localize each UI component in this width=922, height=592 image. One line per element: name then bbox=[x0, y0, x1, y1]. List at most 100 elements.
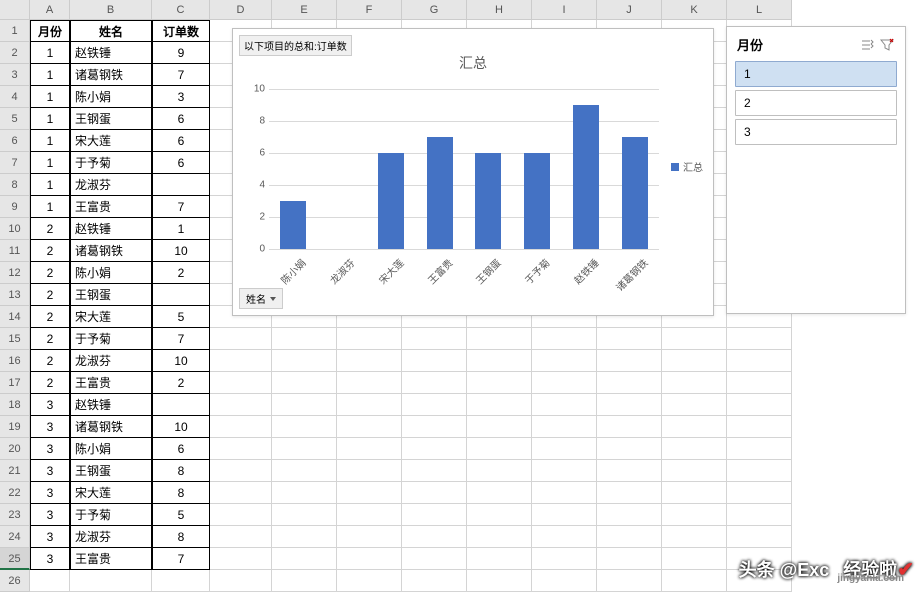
cell[interactable] bbox=[727, 438, 792, 460]
row-header[interactable]: 11 bbox=[0, 240, 30, 262]
cell[interactable]: 赵铁锤 bbox=[70, 42, 152, 64]
slicer-panel[interactable]: 月份 123 bbox=[726, 26, 906, 314]
cell[interactable] bbox=[597, 482, 662, 504]
row-header[interactable]: 9 bbox=[0, 196, 30, 218]
cell[interactable]: 2 bbox=[30, 350, 70, 372]
cell[interactable] bbox=[662, 438, 727, 460]
cell[interactable] bbox=[727, 350, 792, 372]
cell[interactable] bbox=[272, 548, 337, 570]
column-header-C[interactable]: C bbox=[152, 0, 210, 20]
cell[interactable] bbox=[402, 394, 467, 416]
cell[interactable]: 1 bbox=[30, 152, 70, 174]
column-header-G[interactable]: G bbox=[402, 0, 467, 20]
cell[interactable]: 于予菊 bbox=[70, 328, 152, 350]
cell[interactable]: 5 bbox=[152, 306, 210, 328]
row-header[interactable]: 1 bbox=[0, 20, 30, 42]
cell[interactable]: 3 bbox=[30, 394, 70, 416]
cell[interactable]: 1 bbox=[30, 130, 70, 152]
cell[interactable] bbox=[597, 548, 662, 570]
cell[interactable]: 10 bbox=[152, 416, 210, 438]
cell[interactable] bbox=[467, 438, 532, 460]
cell[interactable]: 王富贵 bbox=[70, 372, 152, 394]
cell[interactable] bbox=[402, 570, 467, 592]
cell[interactable] bbox=[337, 482, 402, 504]
cell[interactable] bbox=[467, 416, 532, 438]
cell[interactable] bbox=[467, 482, 532, 504]
cell[interactable] bbox=[210, 548, 272, 570]
cell[interactable] bbox=[337, 504, 402, 526]
cell[interactable]: 6 bbox=[152, 108, 210, 130]
cell[interactable] bbox=[272, 328, 337, 350]
cell[interactable] bbox=[662, 504, 727, 526]
cell[interactable] bbox=[337, 394, 402, 416]
cell[interactable] bbox=[210, 460, 272, 482]
row-header[interactable]: 18 bbox=[0, 394, 30, 416]
cell[interactable] bbox=[337, 570, 402, 592]
cell[interactable] bbox=[272, 394, 337, 416]
cell[interactable]: 8 bbox=[152, 526, 210, 548]
cell[interactable]: 10 bbox=[152, 350, 210, 372]
cell[interactable] bbox=[532, 350, 597, 372]
cell[interactable]: 2 bbox=[30, 372, 70, 394]
cell[interactable] bbox=[597, 460, 662, 482]
cell[interactable]: 3 bbox=[30, 526, 70, 548]
cell[interactable] bbox=[152, 284, 210, 306]
column-header-L[interactable]: L bbox=[727, 0, 792, 20]
cell[interactable] bbox=[597, 350, 662, 372]
cell[interactable] bbox=[467, 548, 532, 570]
row-header[interactable]: 22 bbox=[0, 482, 30, 504]
row-header[interactable]: 13 bbox=[0, 284, 30, 306]
cell[interactable] bbox=[532, 416, 597, 438]
cell[interactable]: 7 bbox=[152, 196, 210, 218]
row-header[interactable]: 21 bbox=[0, 460, 30, 482]
cell[interactable]: 2 bbox=[30, 328, 70, 350]
cell[interactable] bbox=[402, 350, 467, 372]
chart-bar[interactable] bbox=[378, 153, 404, 249]
cell[interactable] bbox=[532, 394, 597, 416]
cell[interactable]: 3 bbox=[30, 504, 70, 526]
cell[interactable] bbox=[210, 438, 272, 460]
cell[interactable]: 1 bbox=[30, 86, 70, 108]
cell[interactable] bbox=[532, 460, 597, 482]
cell[interactable]: 2 bbox=[152, 372, 210, 394]
cell[interactable]: 宋大莲 bbox=[70, 306, 152, 328]
cell[interactable] bbox=[337, 460, 402, 482]
cell[interactable] bbox=[402, 460, 467, 482]
row-header[interactable]: 14 bbox=[0, 306, 30, 328]
row-header[interactable]: 15 bbox=[0, 328, 30, 350]
cell[interactable] bbox=[532, 570, 597, 592]
cell[interactable] bbox=[532, 526, 597, 548]
cell[interactable]: 诸葛钢铁 bbox=[70, 64, 152, 86]
select-all-corner[interactable] bbox=[0, 0, 30, 20]
cell[interactable] bbox=[210, 328, 272, 350]
cell[interactable] bbox=[70, 570, 152, 592]
cell[interactable] bbox=[272, 416, 337, 438]
cell[interactable] bbox=[662, 416, 727, 438]
cell[interactable]: 2 bbox=[30, 284, 70, 306]
cell[interactable] bbox=[662, 570, 727, 592]
column-header-K[interactable]: K bbox=[662, 0, 727, 20]
cell[interactable]: 陈小娟 bbox=[70, 86, 152, 108]
cell[interactable] bbox=[597, 570, 662, 592]
cell[interactable] bbox=[337, 438, 402, 460]
chart-bar[interactable] bbox=[475, 153, 501, 249]
column-header-D[interactable]: D bbox=[210, 0, 272, 20]
cell[interactable]: 诸葛钢铁 bbox=[70, 240, 152, 262]
cell[interactable] bbox=[467, 570, 532, 592]
chart-bar[interactable] bbox=[524, 153, 550, 249]
cell[interactable]: 2 bbox=[30, 240, 70, 262]
chart-bar[interactable] bbox=[280, 201, 306, 249]
cell[interactable] bbox=[152, 570, 210, 592]
cell[interactable]: 王钢蛋 bbox=[70, 460, 152, 482]
row-header[interactable]: 10 bbox=[0, 218, 30, 240]
cell[interactable]: 3 bbox=[30, 416, 70, 438]
row-header[interactable]: 3 bbox=[0, 64, 30, 86]
cell[interactable] bbox=[210, 416, 272, 438]
cell[interactable]: 3 bbox=[30, 438, 70, 460]
cell[interactable]: 龙淑芬 bbox=[70, 174, 152, 196]
cell[interactable]: 3 bbox=[30, 482, 70, 504]
cell[interactable]: 9 bbox=[152, 42, 210, 64]
cell[interactable] bbox=[402, 372, 467, 394]
slicer-item[interactable]: 1 bbox=[735, 61, 897, 87]
row-header[interactable]: 7 bbox=[0, 152, 30, 174]
